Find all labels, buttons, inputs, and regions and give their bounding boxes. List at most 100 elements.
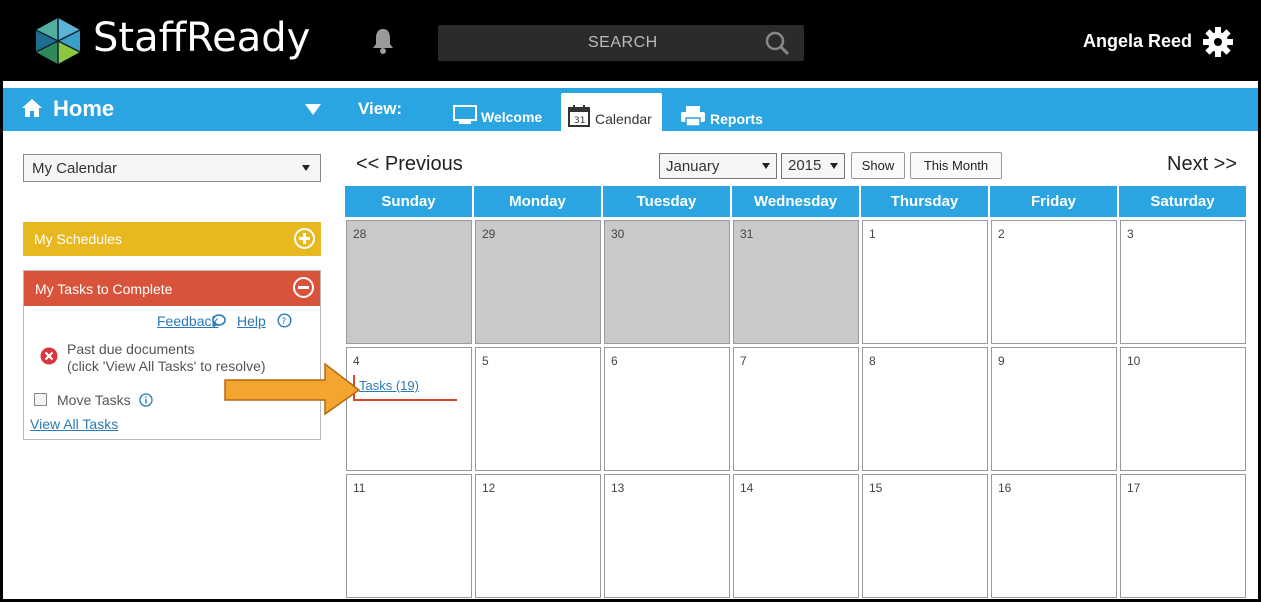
calendar-icon: 31	[568, 105, 590, 127]
day-number: 15	[869, 481, 883, 495]
calendar-day-cell[interactable]: 31	[733, 220, 859, 344]
year-select[interactable]: 2015	[781, 153, 845, 179]
staffready-logo-icon	[35, 18, 81, 64]
day-number: 16	[998, 481, 1012, 495]
tab-reports[interactable]: Reports	[680, 93, 763, 131]
day-number: 2	[998, 227, 1005, 241]
search-icon[interactable]	[764, 30, 790, 56]
move-tasks-checkbox[interactable]	[34, 393, 47, 406]
monitor-icon	[453, 105, 477, 124]
calendar-day-cell[interactable]: 2	[991, 220, 1117, 344]
day-number: 13	[611, 481, 625, 495]
view-all-tasks-link[interactable]: View All Tasks	[30, 416, 118, 432]
day-header-monday: Monday	[474, 186, 601, 217]
calendar-day-cell[interactable]: 13	[604, 474, 730, 598]
info-icon[interactable]	[139, 393, 153, 407]
bell-icon[interactable]	[371, 27, 395, 55]
highlight-underline	[353, 399, 457, 401]
day-header-sunday: Sunday	[345, 186, 472, 217]
calendar-day-cell[interactable]: 14	[733, 474, 859, 598]
error-icon	[40, 347, 58, 365]
calendar-day-cell[interactable]: 4	[346, 347, 472, 471]
my-schedules-title: My Schedules	[34, 231, 122, 247]
dropdown-arrow-icon	[302, 165, 310, 171]
day-number: 14	[740, 481, 754, 495]
calendar-select-value: My Calendar	[32, 160, 118, 177]
home-icon	[22, 99, 42, 117]
my-schedules-panel[interactable]: My Schedules	[23, 222, 321, 256]
svg-text:?: ?	[282, 317, 287, 327]
collapse-minus-icon[interactable]	[293, 277, 314, 298]
this-month-button[interactable]: This Month	[910, 152, 1002, 179]
day-number: 17	[1127, 481, 1141, 495]
day-number: 8	[869, 354, 876, 368]
help-icon[interactable]: ?	[277, 313, 292, 328]
tab-calendar[interactable]: 31 Calendar	[561, 93, 662, 131]
calendar-day-cell[interactable]: 28	[346, 220, 472, 344]
day-number: 6	[611, 354, 618, 368]
move-tasks-label: Move Tasks	[57, 392, 131, 408]
month-select[interactable]: January	[659, 153, 777, 179]
my-tasks-header[interactable]: My Tasks to Complete	[24, 271, 320, 306]
calendar-day-cell[interactable]: 1	[862, 220, 988, 344]
feedback-link[interactable]: Feedback	[157, 313, 218, 329]
show-button[interactable]: Show	[851, 152, 905, 179]
search-placeholder: SEARCH	[588, 34, 658, 51]
day-number: 12	[482, 481, 496, 495]
speech-bubble-icon[interactable]	[211, 313, 227, 329]
calendar-day-cell[interactable]: 17	[1120, 474, 1246, 598]
svg-text:31: 31	[574, 116, 585, 126]
calendar-day-cell[interactable]: 12	[475, 474, 601, 598]
day-header-wednesday: Wednesday	[732, 186, 859, 217]
day-number: 5	[482, 354, 489, 368]
next-month-link[interactable]: Next >>	[1167, 153, 1237, 176]
calendar-day-cell[interactable]: 15	[862, 474, 988, 598]
day-header-thursday: Thursday	[861, 186, 988, 217]
day-number: 10	[1127, 354, 1141, 368]
user-name[interactable]: Angela Reed	[1083, 31, 1192, 52]
top-bar: StaffReady SEARCH Angela Reed	[3, 3, 1258, 81]
day-header-tuesday: Tuesday	[603, 186, 730, 217]
past-due-line1: Past due documents	[67, 341, 195, 357]
calendar-day-cell[interactable]: 29	[475, 220, 601, 344]
expand-plus-icon[interactable]	[294, 228, 315, 249]
day-number: 1	[869, 227, 876, 241]
day-header-friday: Friday	[990, 186, 1117, 217]
month-select-value: January	[666, 158, 720, 175]
calendar-day-cell[interactable]: 7	[733, 347, 859, 471]
day-number: 9	[998, 354, 1005, 368]
chevron-down-icon[interactable]	[305, 104, 321, 115]
calendar-day-cell[interactable]: 3	[1120, 220, 1246, 344]
tab-welcome[interactable]: Welcome	[453, 93, 542, 131]
calendar-select[interactable]: My Calendar	[23, 154, 321, 182]
previous-month-link[interactable]: << Previous	[356, 153, 463, 176]
calendar-day-cell[interactable]: 9	[991, 347, 1117, 471]
dropdown-arrow-icon	[762, 163, 770, 169]
tab-welcome-label: Welcome	[481, 109, 543, 125]
day-number: 28	[353, 227, 367, 241]
day-number: 7	[740, 354, 747, 368]
home-menu[interactable]: Home	[21, 96, 114, 122]
calendar-day-cell[interactable]: 8	[862, 347, 988, 471]
home-label: Home	[53, 96, 115, 121]
calendar-day-cell[interactable]: 11	[346, 474, 472, 598]
printer-icon	[681, 106, 705, 127]
calendar-day-cell[interactable]: 16	[991, 474, 1117, 598]
search-box[interactable]: SEARCH	[438, 25, 804, 61]
day-header-saturday: Saturday	[1119, 186, 1246, 217]
tasks-link[interactable]: Tasks (19)	[359, 378, 419, 393]
gear-icon[interactable]	[1201, 25, 1235, 59]
arrow-annotation-icon	[224, 362, 361, 416]
view-label: View:	[358, 99, 403, 118]
year-select-value: 2015	[788, 157, 822, 174]
tab-calendar-label: Calendar	[595, 111, 652, 127]
day-number: 29	[482, 227, 496, 241]
day-number: 30	[611, 227, 625, 241]
nav-bar: Home View: Welcome 31 Calendar Reports	[3, 88, 1258, 131]
calendar-day-cell[interactable]: 6	[604, 347, 730, 471]
calendar-day-cell[interactable]: 30	[604, 220, 730, 344]
help-link[interactable]: Help	[237, 313, 266, 329]
day-number: 31	[740, 227, 754, 241]
calendar-day-cell[interactable]: 5	[475, 347, 601, 471]
calendar-day-cell[interactable]: 10	[1120, 347, 1246, 471]
